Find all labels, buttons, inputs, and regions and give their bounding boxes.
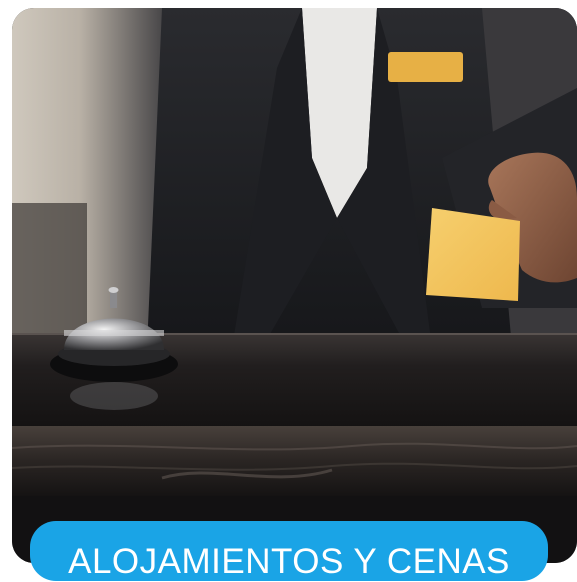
accommodations-dinners-button[interactable]: ALOJAMIENTOS Y CENAS bbox=[30, 521, 548, 581]
hotel-reception-photo bbox=[12, 8, 577, 563]
promo-card[interactable] bbox=[12, 8, 577, 563]
